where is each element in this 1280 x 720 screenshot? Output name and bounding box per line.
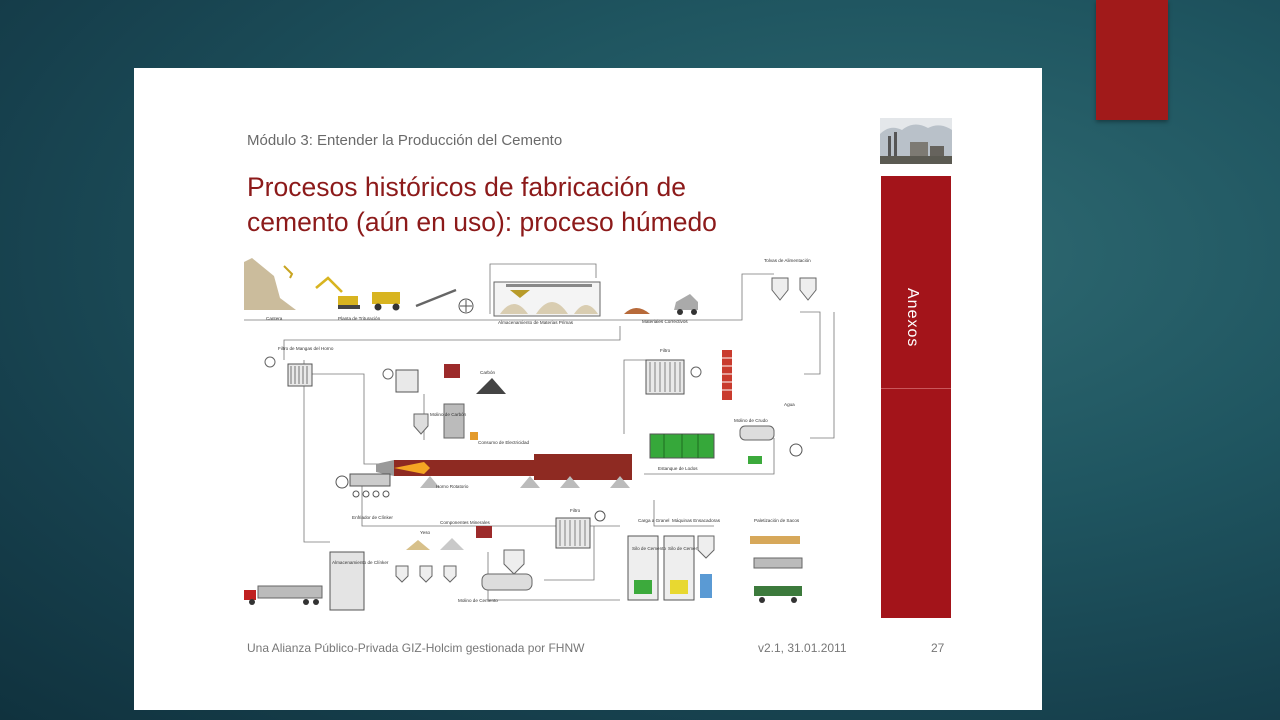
sidebar-divider bbox=[881, 388, 951, 389]
raw-material-storage: Almacenamiento de Materias Primas bbox=[493, 281, 601, 325]
truck-left bbox=[244, 585, 323, 605]
raw-mill-filter: Filtro bbox=[645, 348, 732, 400]
label-bulk-loading: Carga a Granel bbox=[638, 518, 669, 523]
label-quarry: Cantera bbox=[266, 316, 283, 321]
footer-page-number: 27 bbox=[931, 641, 945, 655]
rotary-kiln: Horno Rotatorio bbox=[376, 454, 632, 489]
coal-mill-section: Carbón Molino de Carbón Consumo de Elect… bbox=[382, 364, 530, 445]
title-line-2: cemento (aún en uso): proceso húmedo bbox=[247, 207, 717, 237]
label-crusher: Planta de Trituración bbox=[338, 316, 381, 321]
factory-thumbnail-image bbox=[880, 118, 952, 164]
label-gypsum: Yeso bbox=[420, 530, 430, 535]
palletizing: Paletización de Sacos bbox=[750, 518, 803, 603]
raw-mill: Agua Molino de Crudo bbox=[734, 402, 803, 464]
label-coal: Carbón bbox=[480, 370, 496, 375]
label-storage: Almacenamiento de Materias Primas bbox=[498, 320, 574, 325]
sidebar-label: Anexos bbox=[904, 288, 921, 348]
footer-version: v2.1, 31.01.2011 bbox=[758, 641, 847, 655]
label-mineral-components: Componentes Minerales bbox=[440, 520, 490, 525]
title-line-1: Procesos históricos de fabricación de bbox=[247, 172, 686, 202]
label-filter-2: Filtro bbox=[570, 508, 581, 513]
label-filter: Filtro bbox=[660, 348, 671, 353]
clinker-cooler: Enfriador de Clínker bbox=[335, 473, 393, 520]
label-bagging: Máquinas Ensacadoras bbox=[672, 518, 721, 523]
module-label: Módulo 3: Entender la Producción del Cem… bbox=[247, 132, 563, 149]
label-water: Agua bbox=[784, 402, 795, 407]
corrective-materials: Materiales Correctivos bbox=[624, 294, 698, 324]
label-hoppers: Tolvas de Alimentación bbox=[764, 258, 811, 263]
slide-title: Procesos históricos de fabricación de ce… bbox=[247, 170, 867, 240]
clinker-storage: Almacenamiento de Clínker bbox=[329, 551, 389, 611]
footer-partnership: Una Alianza Público-Privada GIZ-Holcim g… bbox=[247, 641, 585, 655]
quarry: Cantera bbox=[244, 258, 296, 321]
label-clinker-storage: Almacenamiento de Clínker bbox=[332, 560, 389, 565]
label-kiln: Horno Rotatorio bbox=[436, 484, 469, 489]
label-cement-silo-1: Silo de Cemento bbox=[632, 546, 666, 551]
section-sidebar: Anexos bbox=[881, 176, 951, 618]
label-cement-silo-2: Silo de Cemento bbox=[668, 546, 702, 551]
feed-hoppers: Tolvas de Alimentación bbox=[764, 258, 817, 301]
additives: Yeso Componentes Minerales bbox=[395, 520, 492, 583]
label-palletizing: Paletización de Sacos bbox=[754, 518, 800, 523]
cement-silos: Carga a Granel Máquinas Ensacadoras Silo… bbox=[627, 518, 721, 601]
label-kiln-filter: Filtro de Mangas del Horno bbox=[278, 346, 334, 351]
wet-process-diagram: Cantera Planta de Trituración Almacenami… bbox=[244, 258, 835, 611]
label-corrective: Materiales Correctivos bbox=[642, 319, 688, 324]
slide: Módulo 3: Entender la Producción del Cem… bbox=[134, 68, 1042, 710]
label-raw-mill: Molino de Crudo bbox=[734, 418, 768, 423]
kiln-bag-filter: Filtro de Mangas del Horno bbox=[264, 346, 334, 387]
label-cement-mill: Molino de Cemento bbox=[458, 598, 498, 603]
slurry-basin: Estanque de Lodos bbox=[649, 433, 715, 471]
decorative-red-tab bbox=[1096, 0, 1168, 120]
label-coal-mill: Molino de Carbón bbox=[430, 412, 467, 417]
conveyor-crusher bbox=[415, 288, 474, 314]
label-slurry-basin: Estanque de Lodos bbox=[658, 466, 698, 471]
label-cooler: Enfriador de Clínker bbox=[352, 515, 393, 520]
label-electricity: Consumo de Electricidad bbox=[478, 440, 530, 445]
excavator bbox=[315, 276, 360, 309]
